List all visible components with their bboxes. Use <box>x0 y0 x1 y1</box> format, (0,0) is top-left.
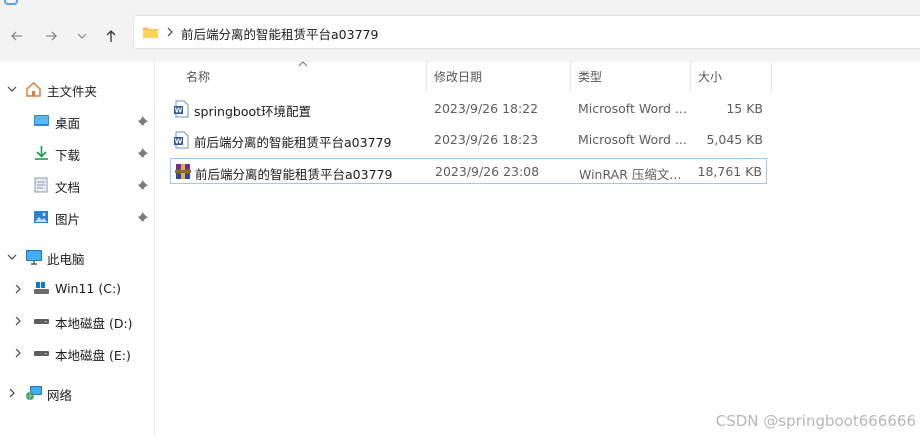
nav-item-pictures[interactable]: 图片 <box>0 202 154 232</box>
nav-item-label: 图片 <box>55 212 81 227</box>
chevron-right-icon[interactable] <box>6 387 18 399</box>
nav-item-network[interactable]: 网络 <box>0 378 154 408</box>
pin-icon[interactable] <box>137 147 149 159</box>
nav-item-label: Win11 (C:) <box>55 281 122 296</box>
breadcrumb-chevron-icon <box>167 27 173 37</box>
nav-item-label: 本地磁盘 (D:) <box>55 316 133 331</box>
nav-item-downloads[interactable]: 下载 <box>0 138 154 168</box>
word-doc-icon: W <box>174 100 189 118</box>
arrow-right-icon <box>46 31 57 41</box>
app-icon <box>4 0 18 5</box>
desktop-icon <box>34 115 49 126</box>
svg-text:W: W <box>175 107 183 115</box>
sort-ascending-icon <box>298 61 308 67</box>
network-icon <box>26 386 42 400</box>
nav-item-drive-d[interactable]: 本地磁盘 (D:) <box>0 306 154 336</box>
file-row[interactable]: W 前后端分离的智能租赁平台a03779 2023/9/26 18:23 Mic… <box>170 127 767 153</box>
pin-icon[interactable] <box>137 115 149 127</box>
word-doc-icon: W <box>174 131 189 149</box>
column-divider[interactable] <box>771 62 772 92</box>
nav-item-label: 桌面 <box>55 116 81 131</box>
chevron-down-icon[interactable] <box>6 251 18 263</box>
column-header-size[interactable]: 大小 <box>698 68 722 85</box>
nav-item-label: 此电脑 <box>47 252 85 267</box>
column-divider[interactable] <box>570 62 571 92</box>
file-size: 15 KB <box>726 101 763 116</box>
computer-icon <box>26 250 42 265</box>
file-date: 2023/9/26 18:23 <box>434 132 539 147</box>
system-drive-icon <box>34 282 49 294</box>
nav-item-desktop[interactable]: 桌面 <box>0 106 154 136</box>
column-header-type[interactable]: 类型 <box>578 68 602 85</box>
chevron-down-icon <box>77 33 87 39</box>
nav-item-label: 文档 <box>55 180 81 195</box>
chevron-right-icon[interactable] <box>12 283 24 295</box>
nav-item-label: 主文件夹 <box>47 84 98 99</box>
file-size: 5,045 KB <box>706 132 763 147</box>
documents-icon <box>34 177 48 193</box>
breadcrumb-current-folder[interactable]: 前后端分离的智能租赁平台a03779 <box>181 24 378 43</box>
pictures-icon <box>34 211 48 223</box>
svg-text:W: W <box>175 138 183 146</box>
nav-item-label: 下载 <box>55 148 81 163</box>
watermark: CSDN @springboot666666 <box>715 412 916 430</box>
winrar-archive-icon <box>175 164 191 179</box>
column-header-name[interactable]: 名称 <box>186 68 210 85</box>
chevron-right-icon[interactable] <box>12 347 24 359</box>
pin-icon[interactable] <box>137 179 149 191</box>
arrow-up-icon <box>106 30 116 42</box>
column-header-date[interactable]: 修改日期 <box>434 68 482 85</box>
chevron-down-icon[interactable] <box>6 83 18 95</box>
download-icon <box>35 146 48 160</box>
file-name: 前后端分离的智能租赁平台a03779 <box>194 135 392 150</box>
nav-item-label: 网络 <box>47 388 73 403</box>
navigation-pane: 主文件夹 桌面 下载 文档 图片 此电脑 Win11 (C:) 本地磁盘 (D:… <box>0 62 155 436</box>
address-bar[interactable]: 前后端分离的智能租赁平台a03779 <box>133 15 920 49</box>
nav-item-documents[interactable]: 文档 <box>0 170 154 200</box>
up-button[interactable] <box>100 25 122 47</box>
nav-item-drive-e[interactable]: 本地磁盘 (E:) <box>0 338 154 368</box>
pin-icon[interactable] <box>137 211 149 223</box>
file-list: 名称 修改日期 类型 大小 W springboot环境配置 2023/9/26… <box>155 61 920 436</box>
nav-item-label: 本地磁盘 (E:) <box>55 348 131 363</box>
file-row-selected[interactable]: 前后端分离的智能租赁平台a03779 2023/9/26 23:08 WinRA… <box>170 158 767 184</box>
file-type: WinRAR 压缩文... <box>579 167 682 182</box>
toolbar: 前后端分离的智能租赁平台a03779 <box>0 6 920 62</box>
chevron-right-icon[interactable] <box>12 315 24 327</box>
file-date: 2023/9/26 18:22 <box>434 101 539 116</box>
nav-item-this-pc[interactable]: 此电脑 <box>0 242 154 272</box>
column-divider[interactable] <box>690 62 691 92</box>
file-type: Microsoft Word ... <box>578 101 687 116</box>
column-header-row: 名称 修改日期 类型 大小 <box>155 61 920 92</box>
back-button[interactable] <box>6 25 28 47</box>
file-row[interactable]: W springboot环境配置 2023/9/26 18:22 Microso… <box>170 96 767 122</box>
recent-locations-button[interactable] <box>71 25 93 47</box>
home-icon <box>26 81 41 97</box>
drive-icon <box>34 319 49 324</box>
forward-button[interactable] <box>40 25 62 47</box>
file-name: springboot环境配置 <box>194 104 312 119</box>
file-size: 18,761 KB <box>697 164 762 179</box>
column-divider[interactable] <box>426 62 427 92</box>
arrow-left-icon <box>11 31 22 41</box>
nav-item-drive-c[interactable]: Win11 (C:) <box>0 274 154 304</box>
file-name: 前后端分离的智能租赁平台a03779 <box>195 167 393 182</box>
nav-item-home[interactable]: 主文件夹 <box>0 74 154 104</box>
file-type: Microsoft Word ... <box>578 132 687 147</box>
folder-icon <box>143 27 158 38</box>
drive-icon <box>34 351 49 356</box>
file-date: 2023/9/26 23:08 <box>435 164 540 179</box>
